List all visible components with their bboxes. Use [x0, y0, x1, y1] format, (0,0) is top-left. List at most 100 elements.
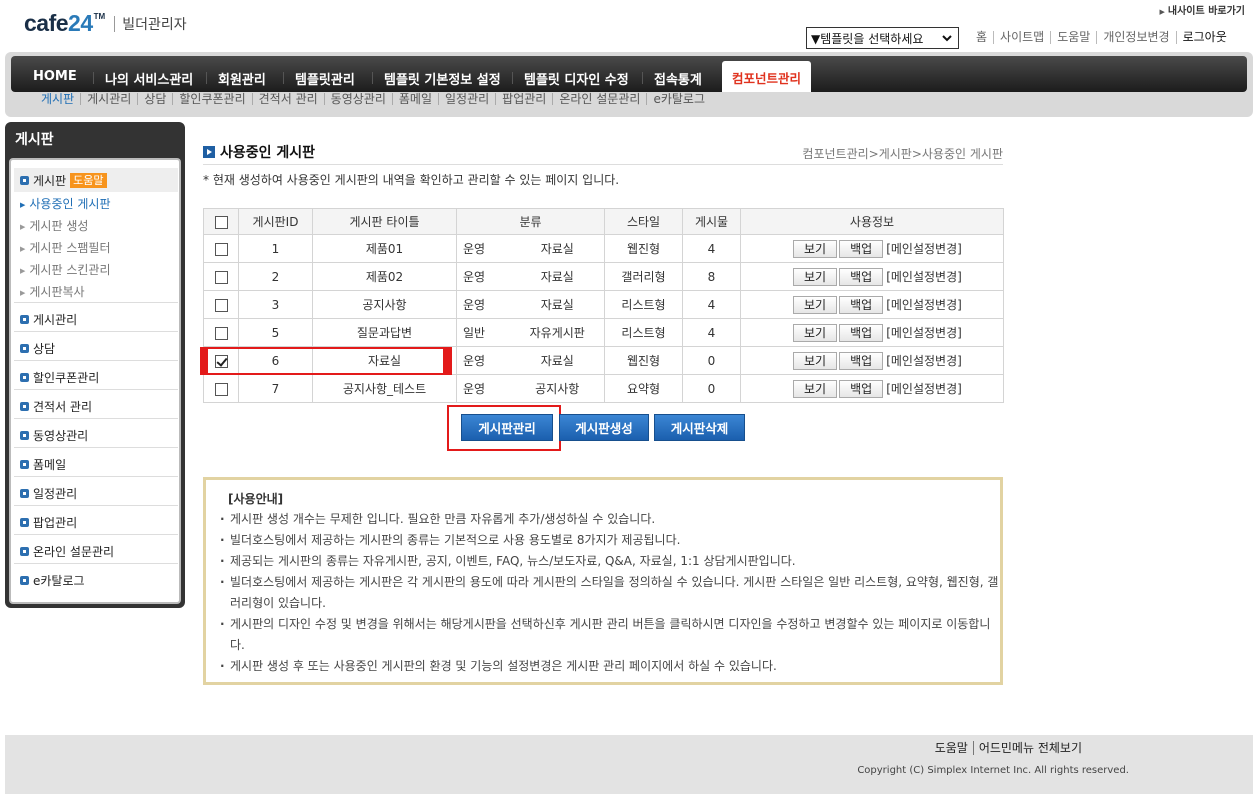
usage-notice: [사용안내] 게시판 생성 개수는 무제한 입니다. 필요한 만큼 자유롭게 추…: [203, 477, 1003, 685]
main-setting-link[interactable]: [메인설정변경]: [886, 382, 962, 396]
sidebar-menu: 게시판 도움말 ▶ 사용중인 게시판 ▶ 게시판 생성 ▶ 게시판 스팸필터 ▶ 게시판 스킨…: [9, 158, 181, 604]
sub-nav-item-1[interactable]: 게시관리: [80, 93, 137, 105]
sub-nav-item-9[interactable]: 온라인 설문관리: [552, 93, 646, 105]
sub-nav-item-2[interactable]: 상담: [137, 93, 172, 105]
backup-button[interactable]: 백업: [839, 323, 884, 342]
view-button[interactable]: 보기: [793, 379, 838, 398]
sidebar-subitem-4[interactable]: ▶ 게시판복사: [20, 283, 85, 300]
sub-nav-item-6[interactable]: 폼메일: [391, 93, 438, 105]
page-title: 사용중인 게시판: [203, 142, 315, 162]
table-row: 3 공지사항 운영 자료실 리스트형 4 보기 백업 [메인설정변경]: [203, 290, 1004, 319]
sidebar-section-5[interactable]: 폼메일: [14, 452, 178, 476]
sub-nav-item-5[interactable]: 동영상관리: [323, 93, 392, 105]
arrow-right-icon: ▶: [20, 245, 26, 253]
view-button[interactable]: 보기: [793, 295, 838, 314]
nav-item-1[interactable]: 나의 서비스관리: [105, 69, 193, 88]
sidebar-section-3[interactable]: 견적서 관리: [14, 394, 178, 418]
sidebar: 게시판 게시판 도움말 ▶ 사용중인 게시판 ▶ 게시판 생성 ▶ 게시판 스팸필터 ▶ 게시…: [5, 122, 185, 608]
sidebar-divider: [14, 447, 178, 448]
sub-nav-item-7[interactable]: 일정관리: [437, 93, 495, 105]
util-link-1[interactable]: 사이트맵: [993, 31, 1050, 44]
sub-nav-item-10[interactable]: e카탈로그: [646, 93, 711, 105]
nav-item-4[interactable]: 템플릿 기본정보 설정: [384, 69, 501, 88]
backup-button[interactable]: 백업: [839, 379, 884, 398]
sub-nav-item-4[interactable]: 견적서 관리: [251, 93, 324, 105]
main-setting-link[interactable]: [메인설정변경]: [886, 298, 962, 312]
template-select[interactable]: ▼템플릿을 선택하세요: [806, 27, 959, 49]
notice-title: [사용안내]: [228, 492, 284, 506]
backup-button[interactable]: 백업: [839, 267, 884, 286]
view-button[interactable]: 보기: [793, 267, 838, 286]
cafe24-logo[interactable]: cafe24 TM 빌더관리자: [24, 9, 187, 35]
board-category-type: 운영: [456, 234, 511, 263]
sidebar-subitem-2[interactable]: ▶ 게시판 스팸필터: [20, 239, 111, 256]
main-setting-link[interactable]: [메인설정변경]: [886, 354, 962, 368]
sidebar-section-2[interactable]: 할인쿠폰관리: [14, 365, 178, 389]
nav-item-6[interactable]: 접속통계: [654, 69, 702, 88]
manage-button-highlight: [447, 405, 561, 451]
title-divider: [203, 164, 1003, 165]
board-category: 자료실: [510, 262, 605, 291]
col-board-title: 게시판 타이틀: [312, 208, 457, 235]
footer-link-0[interactable]: 도움말: [930, 741, 973, 755]
sidebar-section-0[interactable]: 게시관리: [14, 307, 178, 331]
row-checkbox[interactable]: [214, 326, 228, 340]
util-link-2[interactable]: 도움말: [1050, 31, 1096, 44]
sub-nav-item-3[interactable]: 할인쿠폰관리: [172, 93, 251, 105]
main-setting-link[interactable]: [메인설정변경]: [886, 270, 962, 284]
bullet-icon: [20, 459, 29, 469]
nav-item-5[interactable]: 템플릿 디자인 수정: [524, 69, 629, 88]
sidebar-section-1[interactable]: 상담: [14, 336, 178, 360]
row-checkbox[interactable]: [214, 298, 228, 312]
sub-nav-item-8[interactable]: 팝업관리: [495, 93, 552, 105]
sidebar-section-4[interactable]: 동영상관리: [14, 423, 178, 447]
usage-info-cell: 보기 백업 [메인설정변경]: [740, 318, 1004, 347]
usage-info-cell: 보기 백업 [메인설정변경]: [740, 234, 1004, 263]
sidebar-subitem-1[interactable]: ▶ 게시판 생성: [20, 217, 88, 234]
view-button[interactable]: 보기: [793, 239, 838, 258]
sidebar-section-8[interactable]: 온라인 설문관리: [14, 539, 178, 563]
board-id: 1: [238, 234, 313, 263]
board-style: 갤러리형: [604, 262, 683, 291]
nav-item-3[interactable]: 템플릿관리: [295, 69, 355, 88]
sidebar-section-7[interactable]: 팝업관리: [14, 510, 178, 534]
help-badge[interactable]: 도움말: [70, 172, 107, 188]
mysite-shortcut-link[interactable]: ▶ 내사이트 바로가기: [1160, 2, 1245, 17]
view-button[interactable]: 보기: [793, 351, 838, 370]
row-checkbox[interactable]: [214, 382, 228, 396]
sidebar-subitem-0[interactable]: ▶ 사용중인 게시판: [20, 195, 111, 212]
sidebar-subitem-3[interactable]: ▶ 게시판 스킨관리: [20, 261, 111, 278]
bullet-icon: [20, 401, 29, 411]
board-create-button[interactable]: 게시판생성: [559, 414, 649, 441]
util-link-0[interactable]: 홈: [976, 31, 993, 44]
board-post-count: 0: [682, 374, 741, 403]
sub-nav-item-0[interactable]: 게시판: [37, 93, 80, 105]
arrow-right-icon: ▶: [20, 267, 26, 275]
notice-list: 게시판 생성 개수는 무제한 입니다. 필요한 만큼 자유롭게 추가/생성하실 …: [220, 509, 1000, 677]
backup-button[interactable]: 백업: [839, 239, 884, 258]
row-checkbox[interactable]: [214, 242, 228, 256]
sidebar-section-9[interactable]: e카탈로그: [14, 568, 178, 592]
view-button[interactable]: 보기: [793, 323, 838, 342]
main-setting-link[interactable]: [메인설정변경]: [886, 326, 962, 340]
board-delete-button[interactable]: 게시판삭제: [654, 414, 745, 441]
nav-item-0[interactable]: HOME: [33, 69, 77, 84]
select-all-checkbox[interactable]: [214, 215, 228, 229]
bullet-icon: [20, 314, 29, 324]
sidebar-section-board[interactable]: 게시판 도움말: [14, 168, 178, 192]
util-link-3[interactable]: 개인정보변경: [1096, 31, 1175, 44]
main-setting-link[interactable]: [메인설정변경]: [886, 242, 962, 256]
table-header-row: 게시판ID 게시판 타이틀 분류 스타일 게시물 사용정보: [203, 208, 1004, 235]
nav-item-7[interactable]: 컴포넌트관리: [722, 61, 812, 92]
board-category: 자료실: [510, 234, 605, 263]
util-link-4[interactable]: 로그아웃: [1175, 31, 1233, 44]
row-checkbox[interactable]: [214, 270, 228, 284]
nav-item-2[interactable]: 회원관리: [218, 69, 266, 88]
footer-link-1[interactable]: 어드민메뉴 전체보기: [972, 741, 1087, 755]
backup-button[interactable]: 백업: [839, 295, 884, 314]
backup-button[interactable]: 백업: [839, 351, 884, 370]
breadcrumb: 컴포넌트관리>게시판>사용중인 게시판: [802, 147, 1003, 161]
board-category-type: 운영: [456, 290, 511, 319]
col-post-count: 게시물: [682, 208, 741, 235]
sidebar-section-6[interactable]: 일정관리: [14, 481, 178, 505]
